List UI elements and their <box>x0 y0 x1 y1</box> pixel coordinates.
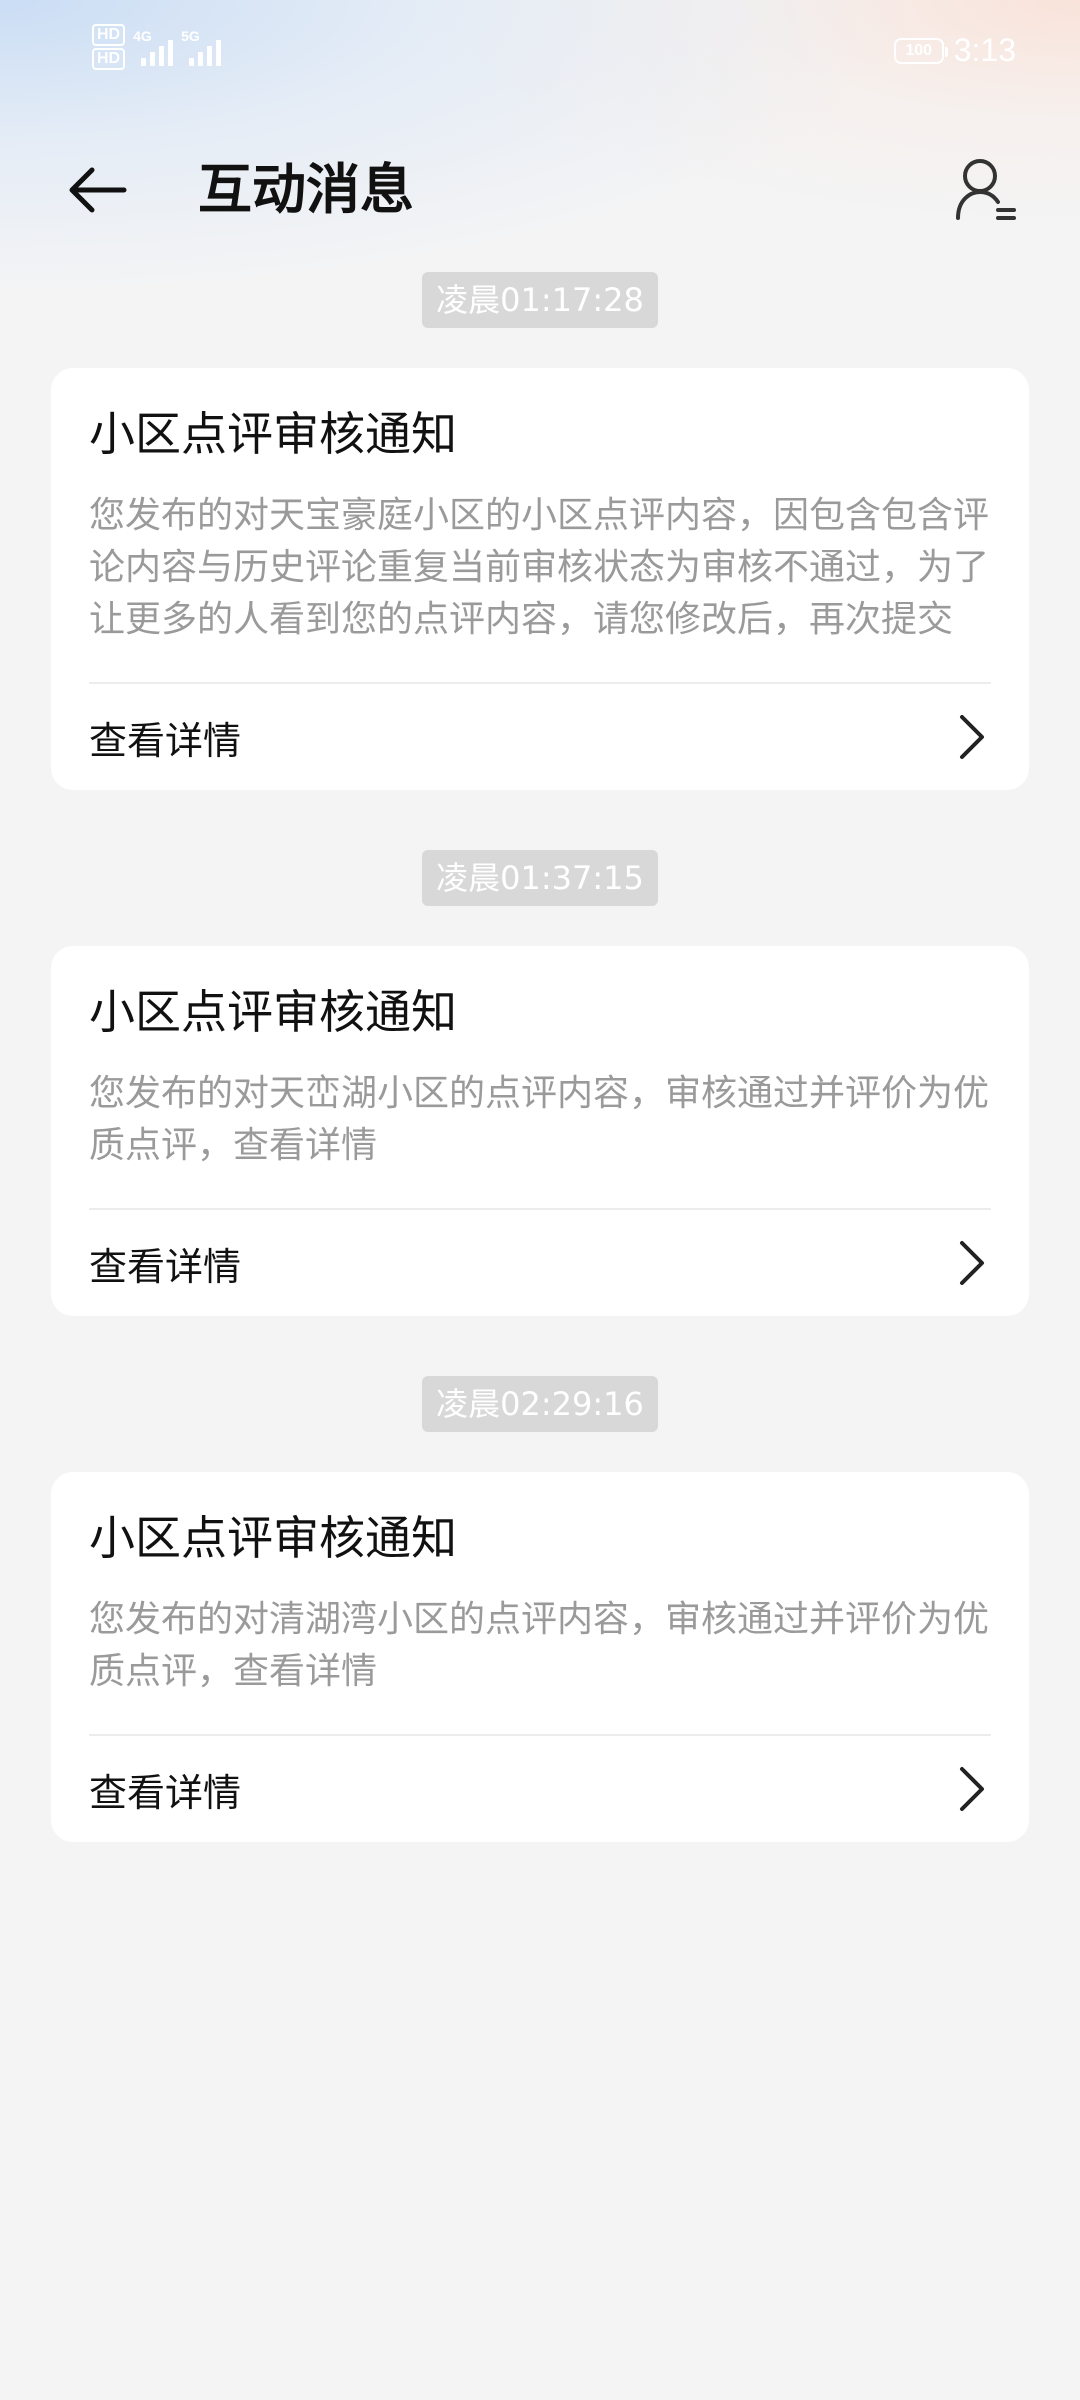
status-right-group: 100 3:13 <box>893 32 1016 69</box>
back-button[interactable] <box>60 152 136 228</box>
signal-5g: 5G <box>181 24 222 72</box>
view-details-label: 查看详情 <box>89 1244 242 1289</box>
view-details-label: 查看详情 <box>89 1770 242 1815</box>
view-details-button[interactable]: 查看详情 <box>89 1736 991 1842</box>
signal-4g: 4G <box>133 24 174 72</box>
hd-indicators: HD HD <box>92 24 126 70</box>
card-title: 小区点评审核通知 <box>89 407 457 461</box>
message-timestamp: 凌晨01:37:15 <box>422 850 658 906</box>
message-group: 凌晨02:29:16 小区点评审核通知 您发布的对清湖湾小区的点评内容，审核通过… <box>0 1376 1080 1842</box>
view-details-label: 查看详情 <box>89 718 242 763</box>
chevron-right-icon <box>951 1239 991 1287</box>
user-list-icon <box>956 159 1016 220</box>
message-card: 小区点评审核通知 您发布的对天宝豪庭小区的小区点评内容，因包含包含评论内容与历史… <box>51 368 1029 790</box>
arrow-left-icon <box>69 167 127 213</box>
chevron-right-icon <box>951 713 991 761</box>
message-timestamp: 凌晨02:29:16 <box>422 1376 658 1432</box>
status-time: 3:13 <box>953 32 1016 68</box>
message-timestamp: 凌晨01:17:28 <box>422 272 658 328</box>
battery-icon: 100 <box>893 37 948 64</box>
card-title: 小区点评审核通知 <box>89 985 457 1039</box>
status-left-group: HD HD 4G 5G <box>92 24 222 72</box>
card-body: 您发布的对天宝豪庭小区的小区点评内容，因包含包含评论内容与历史评论重复当前审核状… <box>89 495 990 640</box>
page-title: 互动消息 <box>198 158 414 221</box>
network-label-5g: 5G <box>181 28 200 44</box>
chevron-right-icon <box>951 1765 991 1813</box>
message-card: 小区点评审核通知 您发布的对天峦湖小区的点评内容，审核通过并评价为优质点评，查看… <box>51 946 1029 1316</box>
message-card: 小区点评审核通知 您发布的对清湖湾小区的点评内容，审核通过并评价为优质点评，查看… <box>51 1472 1029 1842</box>
view-details-button[interactable]: 查看详情 <box>89 1210 991 1316</box>
app-header: 互动消息 <box>0 130 1080 250</box>
message-list: 凌晨01:17:28 小区点评审核通知 您发布的对天宝豪庭小区的小区点评内容，因… <box>0 272 1080 1842</box>
view-details-button[interactable]: 查看详情 <box>89 684 991 790</box>
battery-level: 100 <box>905 41 933 59</box>
message-group: 凌晨01:17:28 小区点评审核通知 您发布的对天宝豪庭小区的小区点评内容，因… <box>0 272 1080 790</box>
message-group: 凌晨01:37:15 小区点评审核通知 您发布的对天峦湖小区的点评内容，审核通过… <box>0 850 1080 1316</box>
network-label-4g: 4G <box>133 28 152 44</box>
card-body: 您发布的对天峦湖小区的点评内容，审核通过并评价为优质点评，查看详情 <box>89 1073 990 1166</box>
status-bar: HD HD 4G 5G 100 3:13 <box>0 0 1080 110</box>
card-body: 您发布的对清湖湾小区的点评内容，审核通过并评价为优质点评，查看详情 <box>89 1599 990 1692</box>
card-title: 小区点评审核通知 <box>89 1511 457 1565</box>
hd-indicator-1: HD <box>92 24 126 46</box>
hd-indicator-2: HD <box>92 48 126 70</box>
profile-button[interactable] <box>946 150 1026 230</box>
